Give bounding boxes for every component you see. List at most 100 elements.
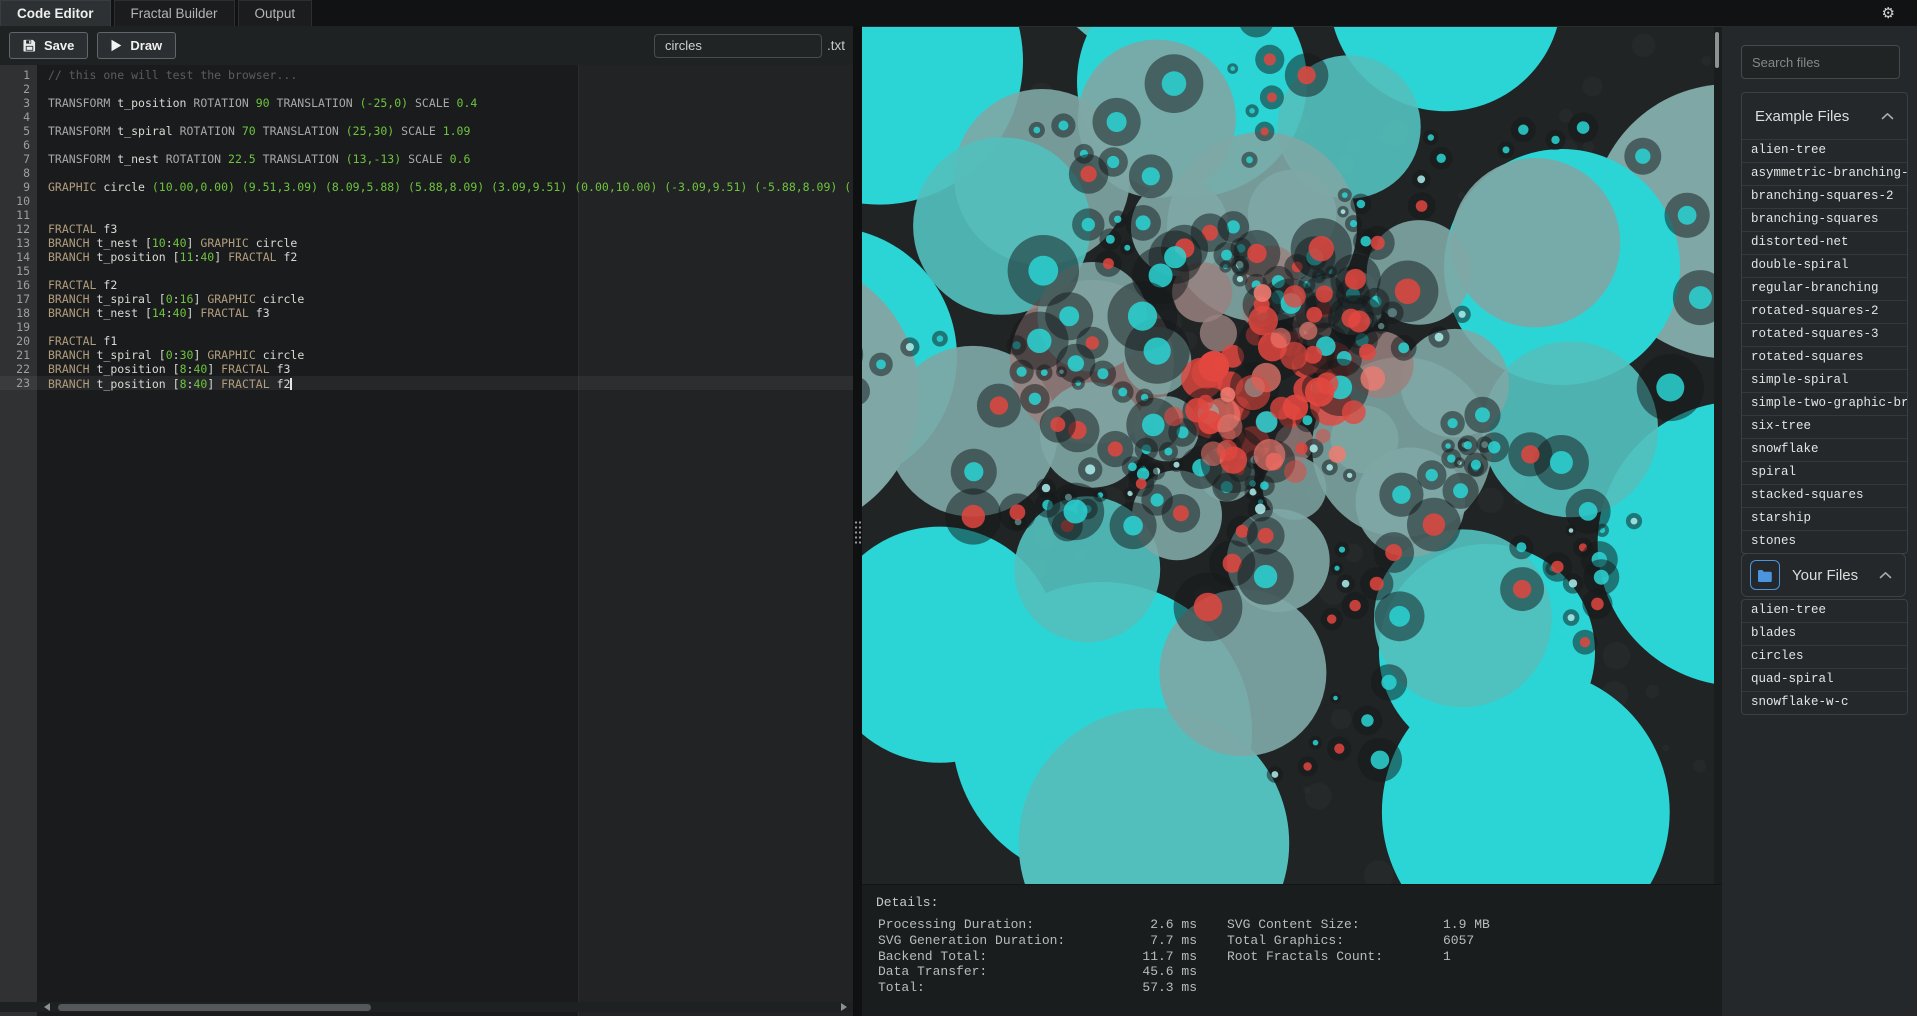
file-extension-label: .txt: [827, 38, 845, 53]
code-line[interactable]: 6: [0, 138, 853, 152]
file-item[interactable]: rotated-squares: [1742, 346, 1907, 369]
code-line[interactable]: 16FRACTAL f2: [0, 278, 853, 292]
save-floppy-icon: [23, 39, 36, 52]
settings-gear-icon[interactable]: ⚙: [1882, 6, 1895, 21]
line-number: 2: [0, 82, 37, 96]
file-sidebar: Example Files alien-treeasymmetric-branc…: [1722, 26, 1917, 1016]
save-button-label: Save: [44, 38, 74, 53]
code-line[interactable]: 15: [0, 264, 853, 278]
file-item[interactable]: rotated-squares-2: [1742, 300, 1907, 323]
code-line[interactable]: 4: [0, 110, 853, 124]
code-line[interactable]: 2: [0, 82, 853, 96]
code-text: BRANCH t_spiral [0:30] GRAPHIC circle: [48, 348, 304, 362]
file-item[interactable]: double-spiral: [1742, 254, 1907, 277]
file-item[interactable]: snowflake-w-c: [1742, 691, 1907, 714]
line-number: 5: [0, 124, 37, 138]
file-item[interactable]: snowflake: [1742, 438, 1907, 461]
scroll-right-arrow[interactable]: [841, 1003, 847, 1011]
code-line[interactable]: 18BRANCH t_nest [14:40] FRACTAL f3: [0, 306, 853, 320]
file-item[interactable]: stones: [1742, 530, 1907, 553]
tab-fractal-builder[interactable]: Fractal Builder: [114, 0, 235, 26]
file-item[interactable]: simple-spiral: [1742, 369, 1907, 392]
line-number: 17: [0, 292, 37, 306]
code-line[interactable]: 8: [0, 166, 853, 180]
details-title: Details:: [876, 895, 938, 910]
editor-lines: 1// this one will test the browser...23T…: [0, 68, 853, 390]
chevron-up-icon[interactable]: [1879, 571, 1892, 579]
details-label: Root Fractals Count:: [1227, 949, 1443, 965]
file-item[interactable]: quad-spiral: [1742, 668, 1907, 691]
code-line[interactable]: 11: [0, 208, 853, 222]
file-item[interactable]: stacked-squares: [1742, 484, 1907, 507]
code-line[interactable]: 17BRANCH t_spiral [0:16] GRAPHIC circle: [0, 292, 853, 306]
filename-input[interactable]: [654, 34, 822, 58]
horizontal-scrollbar-thumb[interactable]: [58, 1004, 371, 1011]
code-line[interactable]: 23BRANCH t_position [8:40] FRACTAL f2: [0, 376, 853, 390]
code-text: BRANCH t_nest [14:40] FRACTAL f3: [48, 306, 270, 320]
code-line[interactable]: 7TRANSFORM t_nest ROTATION 22.5 TRANSLAT…: [0, 152, 853, 166]
fractal-app: Code EditorFractal BuilderOutput ⚙ Save: [0, 0, 1917, 1016]
file-item[interactable]: simple-two-graphic-bra: [1742, 392, 1907, 415]
pane-resize-handle[interactable]: [853, 26, 862, 1016]
code-text: BRANCH t_position [8:40] FRACTAL f2: [48, 376, 292, 390]
file-item[interactable]: circles: [1742, 645, 1907, 668]
code-line[interactable]: 21BRANCH t_spiral [0:30] GRAPHIC circle: [0, 348, 853, 362]
code-line[interactable]: 9GRAPHIC circle (10.00,0.00) (9.51,3.09)…: [0, 180, 853, 194]
file-item[interactable]: spiral: [1742, 461, 1907, 484]
scroll-left-arrow[interactable]: [44, 1003, 50, 1011]
line-number: 22: [0, 362, 37, 376]
line-number: 20: [0, 334, 37, 348]
file-item[interactable]: regular-branching: [1742, 277, 1907, 300]
example-files-title: Example Files: [1755, 108, 1849, 125]
file-item[interactable]: starship: [1742, 507, 1907, 530]
spacer: [1197, 933, 1227, 949]
example-files-panel: Example Files alien-treeasymmetric-branc…: [1741, 92, 1908, 554]
your-files-header[interactable]: Your Files: [1741, 553, 1906, 597]
file-item[interactable]: branching-squares: [1742, 208, 1907, 231]
fractal-svg: [862, 27, 1714, 884]
line-number: 4: [0, 110, 37, 124]
save-button[interactable]: Save: [9, 32, 88, 59]
spacer: [1197, 980, 1227, 996]
line-number: 10: [0, 194, 37, 208]
file-item[interactable]: alien-tree: [1742, 139, 1907, 162]
code-editor[interactable]: 1// this one will test the browser...23T…: [0, 65, 853, 1016]
file-item[interactable]: rotated-squares-3: [1742, 323, 1907, 346]
file-item[interactable]: six-tree: [1742, 415, 1907, 438]
editor-horizontal-scrollbar[interactable]: [0, 1002, 853, 1012]
tab-output[interactable]: Output: [238, 0, 313, 26]
editor-toolbar: Save Draw .txt: [0, 26, 853, 66]
details-grid: Processing Duration:2.6 msSVG Content Si…: [878, 917, 1623, 996]
code-line[interactable]: 1// this one will test the browser...: [0, 68, 853, 82]
example-files-header[interactable]: Example Files: [1742, 93, 1907, 139]
details-label: Total:: [878, 980, 1131, 996]
tab-code-editor[interactable]: Code Editor: [0, 0, 111, 26]
code-line[interactable]: 3TRANSFORM t_position ROTATION 90 TRANSL…: [0, 96, 853, 110]
search-files-input[interactable]: [1741, 45, 1900, 79]
file-item[interactable]: blades: [1742, 622, 1907, 645]
code-line[interactable]: 13BRANCH t_nest [10:40] GRAPHIC circle: [0, 236, 853, 250]
details-value: 1: [1443, 949, 1623, 965]
code-line[interactable]: 5TRANSFORM t_spiral ROTATION 70 TRANSLAT…: [0, 124, 853, 138]
canvas-vertical-scrollbar-thumb[interactable]: [1715, 32, 1719, 68]
code-line[interactable]: 22BRANCH t_position [8:40] FRACTAL f3: [0, 362, 853, 376]
code-line[interactable]: 20FRACTAL f1: [0, 334, 853, 348]
code-line[interactable]: 12FRACTAL f3: [0, 222, 853, 236]
file-item[interactable]: alien-tree: [1742, 600, 1907, 622]
file-item[interactable]: distorted-net: [1742, 231, 1907, 254]
details-value: 45.6 ms: [1131, 964, 1197, 980]
code-line[interactable]: 14BRANCH t_position [11:40] FRACTAL f2: [0, 250, 853, 264]
chevron-up-icon[interactable]: [1881, 112, 1894, 120]
code-text: FRACTAL f2: [48, 278, 117, 292]
code-text: // this one will test the browser...: [48, 68, 297, 82]
code-line[interactable]: 19: [0, 320, 853, 334]
details-label: [1227, 964, 1443, 980]
code-line[interactable]: 10: [0, 194, 853, 208]
draw-button[interactable]: Draw: [97, 32, 176, 59]
file-item[interactable]: branching-squares-2: [1742, 185, 1907, 208]
line-number: 19: [0, 320, 37, 334]
tab-bar: Code EditorFractal BuilderOutput ⚙: [0, 0, 1917, 26]
file-item[interactable]: asymmetric-branching-t: [1742, 162, 1907, 185]
line-number: 11: [0, 208, 37, 222]
fractal-canvas[interactable]: [862, 27, 1714, 884]
